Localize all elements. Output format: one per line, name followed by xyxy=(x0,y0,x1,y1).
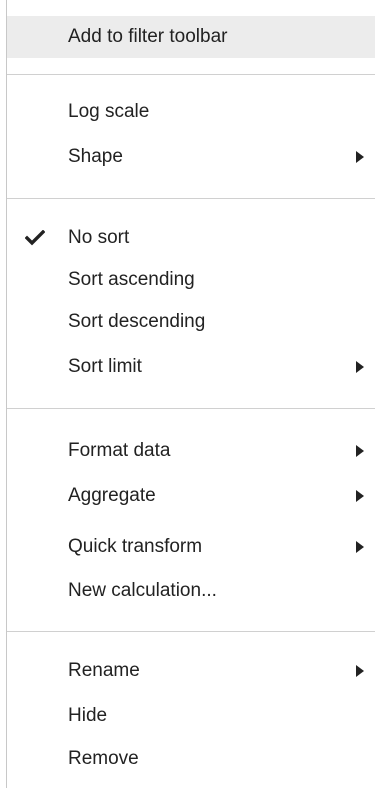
menu-item-sort-limit[interactable]: Sort limit xyxy=(7,346,375,388)
menu-item-rename[interactable]: Rename xyxy=(7,650,375,692)
menu-item-add-to-filter-toolbar[interactable]: Add to filter toolbar xyxy=(7,16,375,58)
menu-item-label: Shape xyxy=(68,146,123,167)
submenu-arrow-icon xyxy=(353,475,367,517)
menu-item-label: Sort descending xyxy=(68,311,206,332)
submenu-arrow-icon xyxy=(353,650,367,692)
menu-item-new-calculation[interactable]: New calculation... xyxy=(7,570,375,612)
menu-item-label: Quick transform xyxy=(68,536,203,557)
menu-item-aggregate[interactable]: Aggregate xyxy=(7,475,375,517)
menu-item-label: Log scale xyxy=(68,101,150,122)
menu-divider xyxy=(7,198,375,199)
menu-item-label: Rename xyxy=(68,660,140,681)
submenu-arrow-icon xyxy=(353,430,367,472)
menu-item-label: Sort limit xyxy=(68,356,142,377)
menu-item-label: Aggregate xyxy=(68,485,156,506)
checkmark-icon xyxy=(23,217,47,259)
menu-divider xyxy=(7,408,375,409)
menu-divider xyxy=(7,631,375,632)
menu-item-quick-transform[interactable]: Quick transform xyxy=(7,526,375,568)
menu-item-shape[interactable]: Shape xyxy=(7,136,375,178)
menu-item-remove[interactable]: Remove xyxy=(7,738,375,780)
menu-item-format-data[interactable]: Format data xyxy=(7,430,375,472)
submenu-arrow-icon xyxy=(353,346,367,388)
menu-divider xyxy=(7,74,375,75)
submenu-arrow-icon xyxy=(353,136,367,178)
menu-item-label: Format data xyxy=(68,440,171,461)
menu-item-label: No sort xyxy=(68,227,130,248)
menu-item-no-sort[interactable]: No sort xyxy=(7,217,375,259)
menu-item-label: Remove xyxy=(68,748,139,769)
context-menu: Add to filter toolbar Log scale Shape No… xyxy=(0,0,375,788)
menu-item-sort-descending[interactable]: Sort descending xyxy=(7,301,375,343)
menu-item-label: Add to filter toolbar xyxy=(68,26,228,47)
menu-item-hide[interactable]: Hide xyxy=(7,695,375,737)
menu-item-label: New calculation... xyxy=(68,580,217,601)
menu-item-label: Hide xyxy=(68,705,108,726)
submenu-arrow-icon xyxy=(353,526,367,568)
menu-item-sort-ascending[interactable]: Sort ascending xyxy=(7,259,375,301)
menu-item-label: Sort ascending xyxy=(68,269,195,290)
menu-item-log-scale[interactable]: Log scale xyxy=(7,91,375,133)
